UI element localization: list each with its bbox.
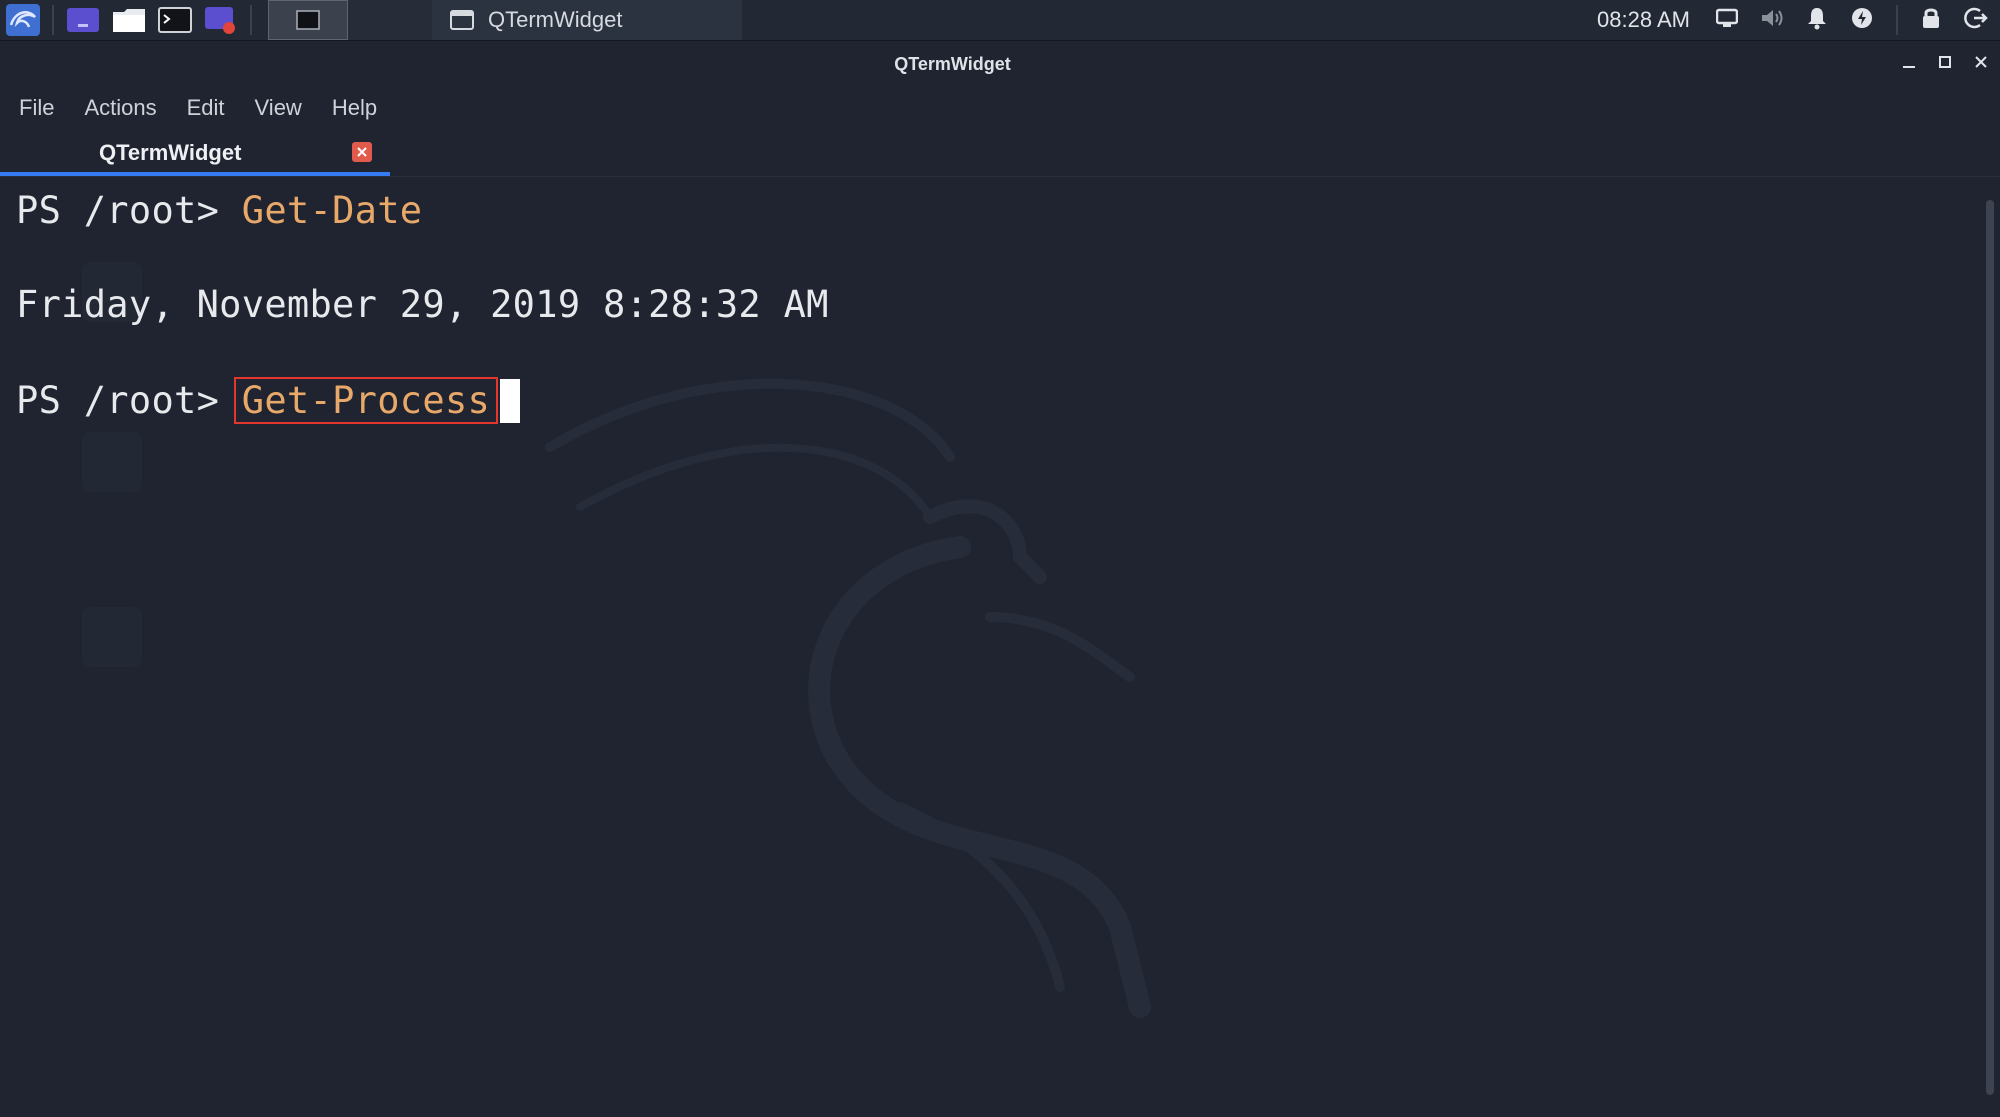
notification-bell-icon[interactable] [1806, 6, 1828, 34]
menu-edit[interactable]: Edit [187, 95, 225, 121]
tab-close-button[interactable] [352, 142, 372, 162]
terminal-output-line: Friday, November 29, 2019 8:28:32 AM [16, 283, 829, 326]
lock-icon[interactable] [1920, 6, 1942, 34]
tray-separator [1896, 5, 1898, 35]
taskbar-task-qtermwidget[interactable]: QTermWidget [432, 0, 742, 40]
logout-icon[interactable] [1964, 6, 1988, 34]
workspace-empty[interactable] [348, 0, 432, 40]
launcher-group [0, 0, 432, 40]
kali-dragon-watermark [545, 378, 1151, 1018]
menu-view[interactable]: View [255, 95, 302, 121]
desktop-icon[interactable] [65, 6, 101, 34]
command-get-date: Get-Date [241, 189, 423, 232]
kali-menu-icon[interactable] [5, 4, 41, 36]
screen-recorder-icon[interactable] [203, 6, 239, 34]
tab-bar: QTermWidget [0, 132, 2000, 177]
command-get-process: Get-Process [241, 379, 491, 422]
desktop-ghost-icon [82, 607, 142, 667]
menu-actions[interactable]: Actions [84, 95, 156, 121]
clock[interactable]: 08:28 AM [1597, 7, 1690, 33]
minimize-button[interactable] [1898, 51, 1920, 73]
highlight-box: Get-Process [233, 377, 499, 424]
menubar: File Actions Edit View Help [0, 88, 377, 128]
close-icon [357, 147, 367, 157]
terminal-scrollbar[interactable] [1986, 200, 1994, 1095]
close-icon [1975, 56, 1987, 68]
taskbar: QTermWidget 08:28 AM [0, 0, 2000, 41]
minimize-icon [1903, 66, 1915, 68]
menu-help[interactable]: Help [332, 95, 377, 121]
power-manager-icon[interactable] [1850, 6, 1874, 34]
taskbar-task-label: QTermWidget [488, 7, 623, 32]
window-preview-icon [296, 10, 320, 30]
system-tray: 08:28 AM [1597, 0, 2000, 40]
terminal-icon[interactable] [157, 6, 193, 34]
taskbar-separator [52, 5, 54, 35]
file-manager-icon[interactable] [111, 6, 147, 34]
terminal-area[interactable]: PS /root> Get-Date Friday, November 29, … [0, 177, 1985, 1117]
taskbar-separator [250, 5, 252, 35]
menu-file[interactable]: File [19, 95, 54, 121]
maximize-button[interactable] [1934, 51, 1956, 73]
window-title: QTermWidget [894, 53, 1011, 74]
workspace-switcher[interactable] [268, 0, 348, 40]
terminal-line-2: PS /root> Get-Process [16, 377, 521, 425]
maximize-icon [1939, 56, 1951, 68]
terminal-window-icon [450, 10, 474, 30]
window-titlebar[interactable]: QTermWidget [0, 41, 2000, 87]
prompt: PS /root> [16, 379, 220, 422]
text-cursor [500, 378, 521, 423]
tab-qtermwidget[interactable]: QTermWidget [0, 132, 390, 176]
volume-icon[interactable] [1760, 7, 1784, 33]
tab-label: QTermWidget [99, 140, 242, 165]
close-button[interactable] [1970, 51, 1992, 73]
prompt: PS /root> [16, 189, 220, 232]
window-controls [1898, 51, 1992, 73]
terminal-line-1: PS /root> Get-Date [16, 189, 422, 232]
display-icon[interactable] [1715, 8, 1739, 32]
desktop-ghost-icon [82, 432, 142, 492]
